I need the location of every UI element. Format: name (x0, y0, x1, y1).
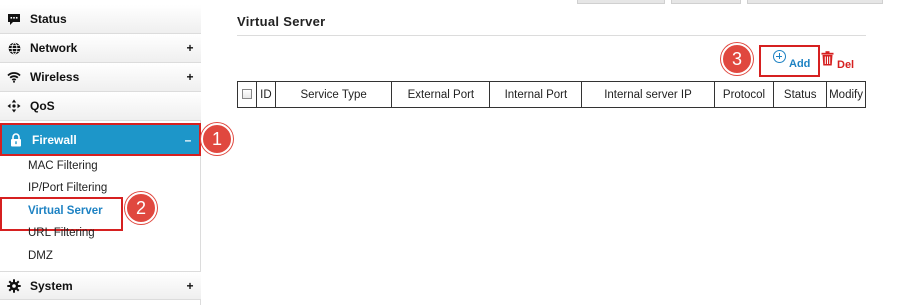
sidebar-item-label: Network (30, 41, 78, 55)
plus-circle-icon (773, 50, 786, 63)
plus-icon: + (186, 278, 194, 293)
column-header-internal-server-ip: Internal server IP (581, 81, 715, 108)
globe-icon (7, 41, 21, 55)
column-header-modify: Modify (826, 81, 866, 108)
sidebar-item-system[interactable]: System + (0, 271, 201, 300)
add-label: Add (789, 58, 811, 70)
chat-bubble-icon (7, 12, 21, 26)
top-tab[interactable] (671, 0, 741, 4)
qos-arrows-icon (7, 99, 21, 113)
sidebar-item-firewall[interactable]: Firewall – (0, 123, 201, 156)
column-header-service-type: Service Type (274, 81, 393, 108)
delete-label: Del (837, 59, 855, 71)
plus-icon: + (186, 41, 194, 55)
top-tab[interactable] (747, 0, 883, 4)
callout-badge-3: 3 (721, 43, 753, 75)
sidebar-subitem-mac-filtering[interactable]: MAC Filtering (28, 160, 98, 172)
virtual-server-table: ID Service Type External Port Internal P… (237, 81, 866, 108)
callout-badge-2: 2 (125, 192, 157, 224)
delete-button[interactable]: Del (821, 51, 855, 71)
sidebar-item-wireless[interactable]: Wireless + (0, 63, 201, 92)
column-header-id: ID (255, 81, 276, 108)
wifi-icon (7, 70, 21, 84)
sidebar-item-label: QoS (30, 99, 55, 113)
select-all-checkbox[interactable] (241, 89, 252, 100)
sidebar-item-label: Status (30, 12, 67, 26)
collapse-sign: – (184, 132, 192, 147)
sidebar-subitem-virtual-server[interactable]: Virtual Server (28, 205, 103, 217)
sidebar-item-label: System (30, 278, 73, 293)
sidebar-subitem-dmz[interactable]: DMZ (28, 250, 53, 262)
page-title: Virtual Server (237, 14, 326, 29)
callout-badge-1: 1 (201, 123, 233, 155)
add-button[interactable]: Add (773, 50, 811, 70)
sidebar-item-status[interactable]: Status (0, 5, 201, 34)
sidebar-item-label: Firewall (32, 132, 77, 147)
plus-icon: + (186, 70, 194, 84)
top-tab[interactable] (577, 0, 665, 4)
column-header-status: Status (773, 81, 828, 108)
sidebar-subitem-ip-port-filtering[interactable]: IP/Port Filtering (28, 182, 107, 194)
sidebar-item-qos[interactable]: QoS (0, 92, 201, 121)
sidebar-item-label: Wireless (30, 70, 80, 84)
trash-icon (821, 51, 834, 69)
lock-icon (9, 132, 23, 147)
select-all-cell (237, 81, 257, 108)
column-header-external-port: External Port (391, 81, 491, 108)
sidebar-item-network[interactable]: Network + (0, 34, 201, 63)
sidebar: Status Network + Wireless + QoS Firewall… (0, 5, 201, 305)
gear-icon (7, 278, 21, 293)
column-header-protocol: Protocol (713, 81, 775, 108)
column-header-internal-port: Internal Port (489, 81, 583, 108)
sidebar-subitem-url-filtering[interactable]: URL Filtering (28, 227, 95, 239)
table-header-row: ID Service Type External Port Internal P… (237, 81, 866, 108)
divider (237, 35, 866, 36)
